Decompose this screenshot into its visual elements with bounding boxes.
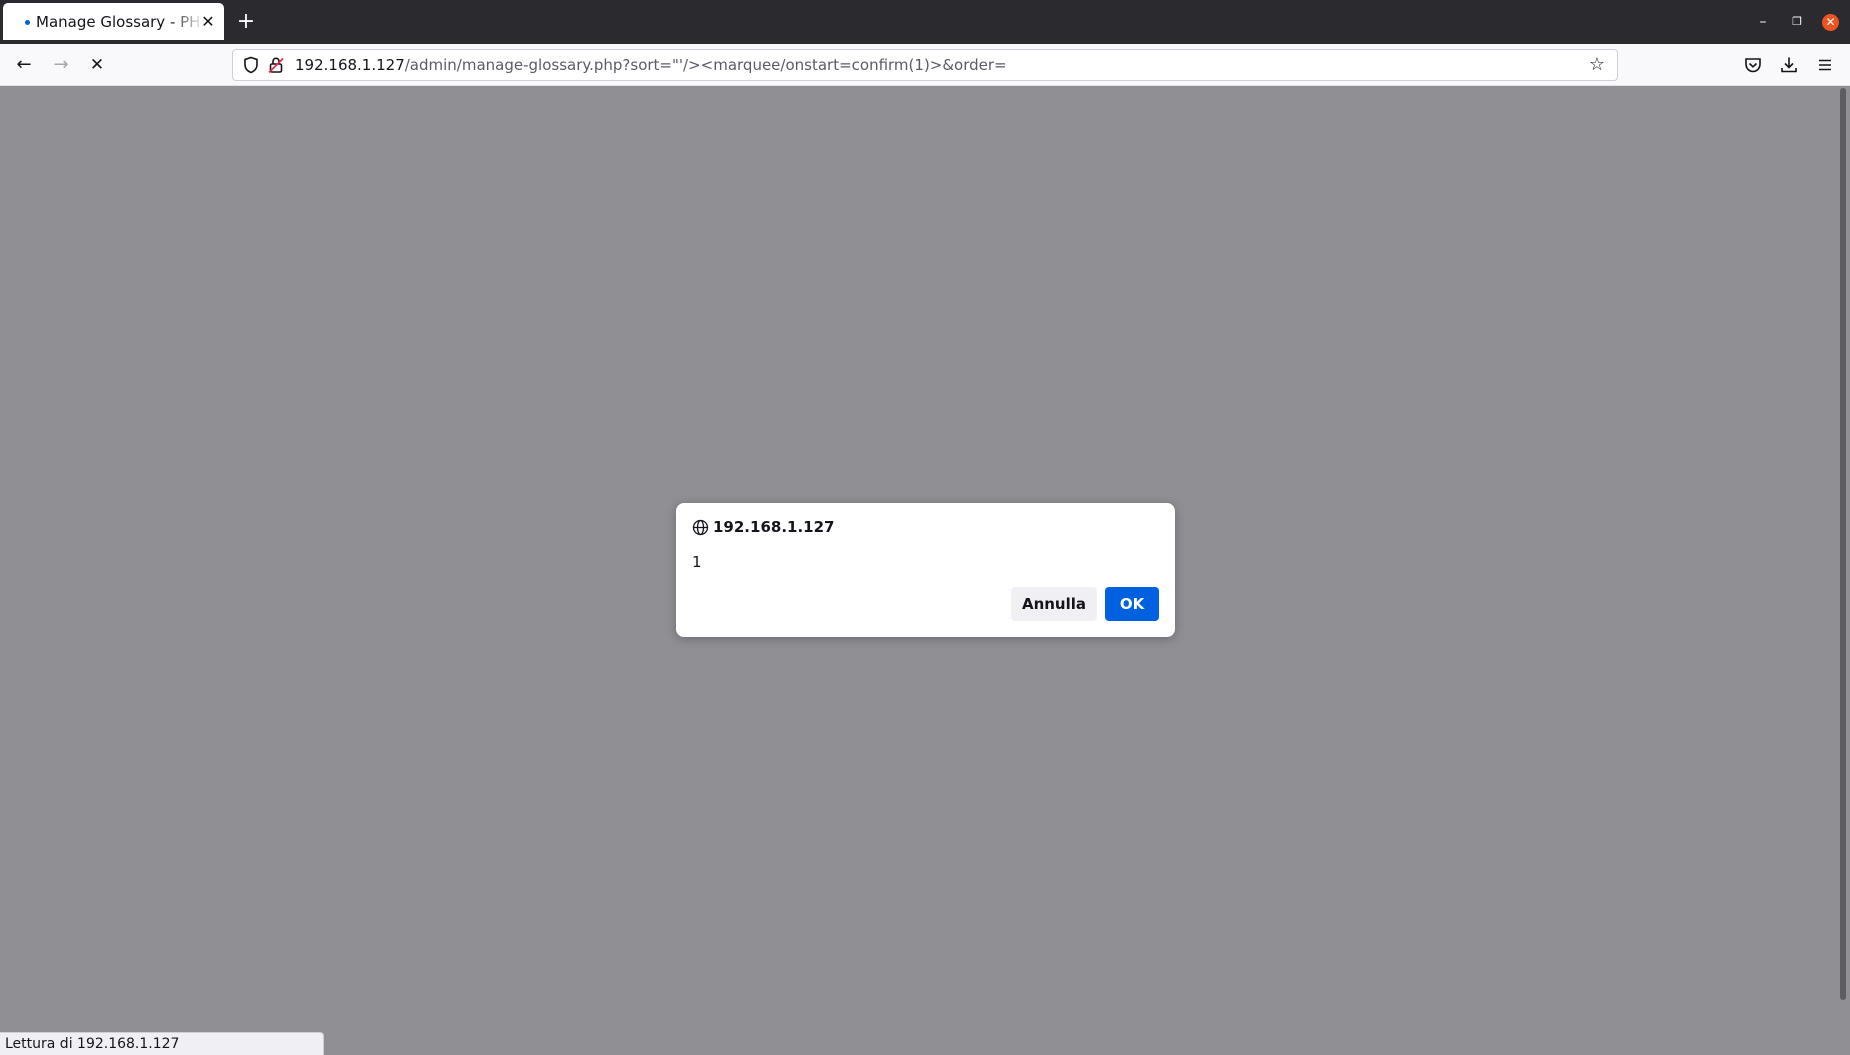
download-icon[interactable] (1778, 54, 1800, 76)
dialog-origin: 192.168.1.127 (713, 518, 835, 536)
plus-icon[interactable]: + (236, 11, 256, 33)
tab-strip: Manage Glossary - PHPKB ✕ + – ❐ ✕ (0, 0, 1850, 44)
pocket-icon[interactable] (1742, 54, 1764, 76)
dialog-message: 1 (692, 553, 702, 571)
back-arrow-icon[interactable]: ← (12, 53, 36, 77)
url-path: /admin/manage-glossary.php?sort="'/><mar… (404, 56, 1007, 74)
ok-button[interactable]: OK (1105, 587, 1159, 621)
status-text: Lettura di 192.168.1.127 (0, 1032, 324, 1055)
scrollbar[interactable] (1840, 88, 1846, 1000)
insecure-lock-icon[interactable] (267, 56, 285, 74)
loading-dot-icon (25, 20, 30, 25)
cancel-button[interactable]: Annulla (1011, 587, 1097, 621)
navigation-toolbar: ← → ✕ 192.168.1.127/admin/manage-glossar… (0, 44, 1850, 86)
confirm-dialog: 192.168.1.127 1 Annulla OK (676, 503, 1175, 637)
menu-icon[interactable] (1814, 54, 1836, 76)
url-host: 192.168.1.127 (295, 56, 405, 74)
maximize-icon[interactable]: ❐ (1788, 13, 1806, 31)
shield-icon[interactable] (242, 56, 260, 74)
browser-tab[interactable]: Manage Glossary - PHPKB ✕ (3, 3, 224, 40)
forward-arrow-icon[interactable]: → (49, 53, 73, 77)
bookmark-star-icon[interactable]: ☆ (1587, 55, 1607, 75)
url-bar[interactable]: 192.168.1.127/admin/manage-glossary.php?… (232, 49, 1618, 81)
url-text[interactable]: 192.168.1.127/admin/manage-glossary.php?… (295, 56, 1007, 74)
stop-icon[interactable]: ✕ (85, 53, 109, 77)
window-close-icon[interactable]: ✕ (1822, 14, 1839, 31)
close-icon[interactable]: ✕ (200, 14, 216, 30)
minimize-icon[interactable]: – (1754, 13, 1772, 31)
globe-icon (692, 519, 709, 536)
tab-title: Manage Glossary - PHPKB (36, 13, 204, 31)
